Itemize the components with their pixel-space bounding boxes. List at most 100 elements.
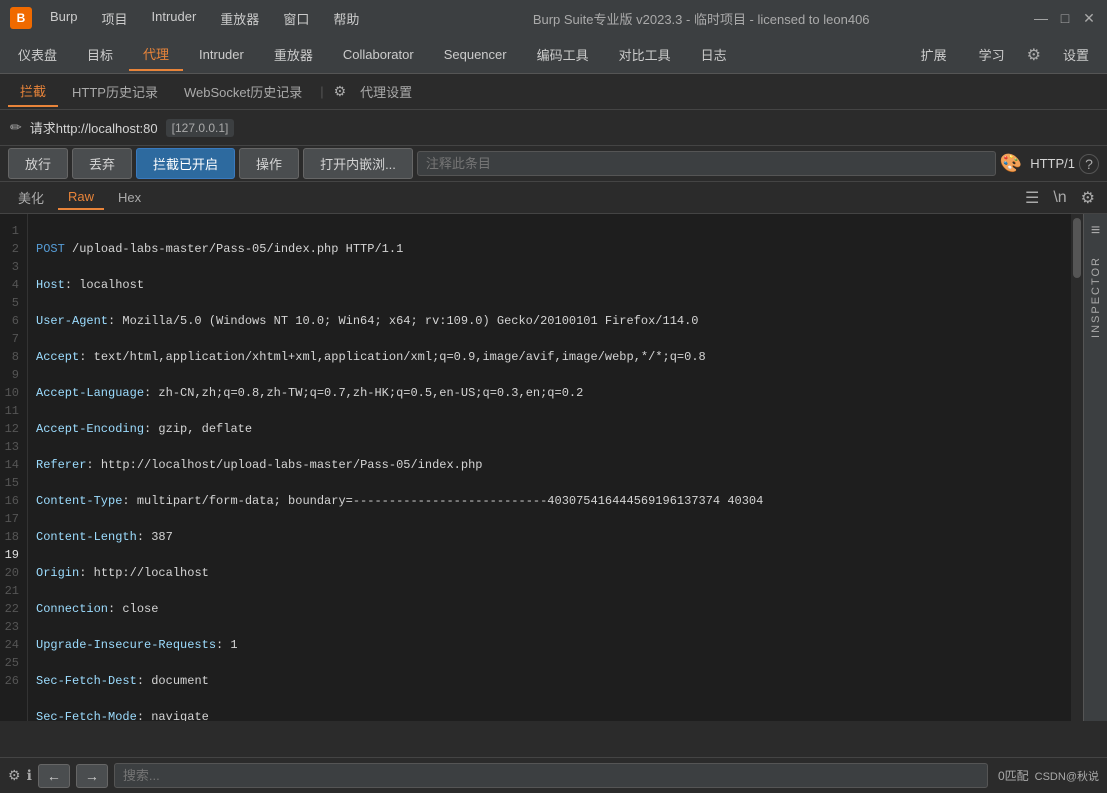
tab-beautify[interactable]: 美化	[8, 184, 54, 211]
browser-button[interactable]: 打开内嵌浏...	[303, 148, 413, 179]
code-line-9: Content-Length: 387	[36, 528, 1063, 546]
nav1-comparer[interactable]: 对比工具	[605, 39, 685, 70]
release-button[interactable]: 放行	[8, 148, 68, 179]
nav1-sequencer[interactable]: Sequencer	[430, 41, 521, 68]
scrollbar[interactable]	[1071, 214, 1083, 721]
line-num: 8	[4, 348, 19, 366]
back-button[interactable]: ←	[38, 764, 70, 788]
code-line-3: User-Agent: Mozilla/5.0 (Windows NT 10.0…	[36, 312, 1063, 330]
subtab-http-history[interactable]: HTTP历史记录	[60, 77, 170, 106]
code-line-5: Accept-Language: zh-CN,zh;q=0.8,zh-TW;q=…	[36, 384, 1063, 402]
subtab-divider: |	[320, 84, 323, 99]
line-num: 17	[4, 510, 19, 528]
menu-items: Burp 项目 Intruder 重放器 窗口 帮助	[40, 5, 369, 32]
nav1-dashboard[interactable]: 仪表盘	[4, 39, 71, 70]
line-num: 23	[4, 618, 19, 636]
toolbar: 放行 丢弃 拦截已开启 操作 打开内嵌浏... 🎨 HTTP/1 ?	[0, 146, 1107, 182]
settings-bottom-icon[interactable]: ⚙	[8, 767, 21, 784]
nav1-encoder[interactable]: 编码工具	[523, 39, 603, 70]
code-line-12: Upgrade-Insecure-Requests: 1	[36, 636, 1063, 654]
forward-button[interactable]: →	[76, 764, 108, 788]
line-num: 18	[4, 528, 19, 546]
nav1-right: 扩展 学习 ⚙ 设置	[907, 39, 1103, 70]
titlebar-left: B Burp 项目 Intruder 重放器 窗口 帮助	[10, 5, 369, 32]
code-content[interactable]: POST /upload-labs-master/Pass-05/index.p…	[28, 214, 1071, 721]
editor-settings-icon[interactable]: ⚙	[1077, 186, 1099, 210]
nav1-logger[interactable]: 日志	[687, 39, 741, 70]
urlbar: ✏ 请求http://localhost:80 [127.0.0.1]	[0, 110, 1107, 146]
scrollbar-thumb[interactable]	[1073, 218, 1081, 278]
menu-intruder[interactable]: Intruder	[141, 5, 206, 32]
discard-button[interactable]: 丢弃	[72, 148, 132, 179]
subtab-intercept[interactable]: 拦截	[8, 76, 58, 107]
line-num: 26	[4, 672, 19, 690]
line-num: 25	[4, 654, 19, 672]
code-line-4: Accept: text/html,application/xhtml+xml,…	[36, 348, 1063, 366]
nav1: 仪表盘 目标 代理 Intruder 重放器 Collaborator Sequ…	[0, 36, 1107, 74]
line-num: 4	[4, 276, 19, 294]
tab-raw[interactable]: Raw	[58, 185, 104, 210]
code-line-6: Accept-Encoding: gzip, deflate	[36, 420, 1063, 438]
code-line-7: Referer: http://localhost/upload-labs-ma…	[36, 456, 1063, 474]
app: B Burp 项目 Intruder 重放器 窗口 帮助 Burp Suite专…	[0, 0, 1107, 793]
bottombar: ⚙ ℹ ← → 0匹配 CSDN@秋说	[0, 757, 1107, 793]
tab-hex[interactable]: Hex	[108, 186, 151, 209]
help-icon[interactable]: ?	[1079, 154, 1099, 174]
nav1-target[interactable]: 目标	[73, 39, 127, 70]
nav1-intruder[interactable]: Intruder	[185, 41, 258, 68]
comment-input[interactable]	[417, 151, 996, 176]
maximize-button[interactable]: □	[1057, 10, 1073, 26]
menu-project[interactable]: 项目	[91, 5, 137, 32]
line-num: 1	[4, 222, 19, 240]
nav1-learn[interactable]: 学习	[965, 39, 1019, 70]
subtabs: 拦截 HTTP历史记录 WebSocket历史记录 | ⚙ 代理设置	[0, 74, 1107, 110]
colorful-icon: 🎨	[1000, 153, 1022, 174]
close-button[interactable]: ✕	[1081, 10, 1097, 26]
subtab-settings-icon[interactable]: ⚙	[334, 83, 347, 100]
content-editor: 美化 Raw Hex ☰ \n ⚙ 1 2 3 4 5	[0, 182, 1107, 757]
line-num: 7	[4, 330, 19, 348]
minimize-button[interactable]: —	[1033, 10, 1049, 26]
burp-logo: B	[10, 7, 32, 29]
search-input[interactable]	[114, 763, 988, 788]
line-num: 12	[4, 420, 19, 438]
code-line-14: Sec-Fetch-Mode: navigate	[36, 708, 1063, 721]
nav1-proxy[interactable]: 代理	[129, 38, 183, 71]
inspector-label[interactable]: INSPECTOR	[1090, 256, 1102, 338]
nav1-extensions[interactable]: 扩展	[907, 39, 961, 70]
menu-help[interactable]: 帮助	[323, 5, 369, 32]
action-button[interactable]: 操作	[239, 148, 299, 179]
line-num: 2	[4, 240, 19, 258]
nav1-settings[interactable]: 设置	[1049, 39, 1103, 70]
line-num: 21	[4, 582, 19, 600]
newline-icon[interactable]: \n	[1049, 187, 1070, 209]
subtab-proxy-settings[interactable]: 代理设置	[348, 77, 424, 106]
nav1-repeater[interactable]: 重放器	[260, 39, 327, 70]
intercept-toggle-button[interactable]: 拦截已开启	[136, 148, 235, 179]
main-content: ✏ 请求http://localhost:80 [127.0.0.1] 放行 丢…	[0, 110, 1107, 793]
menu-window[interactable]: 窗口	[273, 5, 319, 32]
window-buttons: — □ ✕	[1033, 10, 1097, 26]
settings-icon[interactable]: ⚙	[1023, 41, 1045, 69]
line-num: 22	[4, 600, 19, 618]
line-num: 6	[4, 312, 19, 330]
line-num: 19	[4, 546, 19, 564]
editor-tabs: 美化 Raw Hex ☰ \n ⚙	[0, 182, 1107, 214]
line-num: 13	[4, 438, 19, 456]
request-url: 请求http://localhost:80	[30, 118, 158, 137]
info-bottom-icon[interactable]: ℹ	[27, 767, 32, 784]
line-num: 10	[4, 384, 19, 402]
inspector-lines-icon[interactable]: ≡	[1091, 222, 1100, 240]
editor-main: 1 2 3 4 5 6 7 8 9 10 11 12 13 14 15 16 1	[0, 214, 1107, 721]
line-num: 9	[4, 366, 19, 384]
http-version-label: HTTP/1	[1030, 156, 1075, 171]
menu-repeater[interactable]: 重放器	[210, 5, 269, 32]
code-line-2: Host: localhost	[36, 276, 1063, 294]
menu-burp[interactable]: Burp	[40, 5, 87, 32]
list-view-icon[interactable]: ☰	[1021, 186, 1043, 210]
nav1-collaborator[interactable]: Collaborator	[329, 41, 428, 68]
edit-icon: ✏	[10, 119, 22, 136]
subtab-websocket[interactable]: WebSocket历史记录	[172, 77, 314, 106]
code-line-8: Content-Type: multipart/form-data; bound…	[36, 492, 1063, 510]
line-num: 5	[4, 294, 19, 312]
